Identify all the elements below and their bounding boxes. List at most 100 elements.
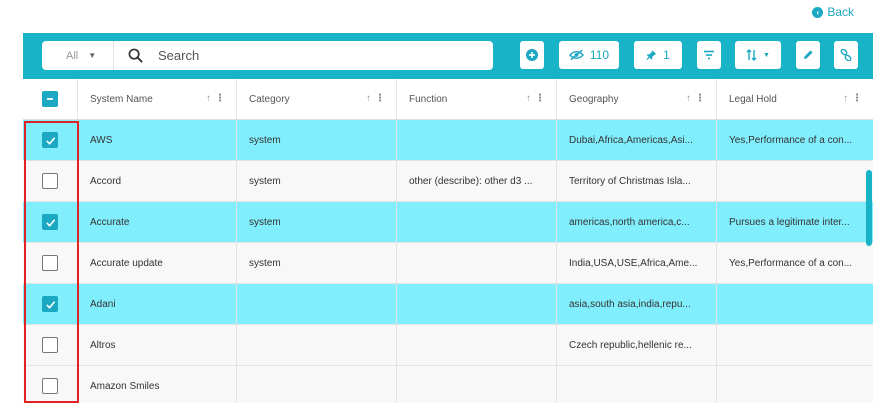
chevron-left-circle-icon: ‹ xyxy=(812,6,824,18)
table-row[interactable]: Accurate update system India,USA,USE,Afric… xyxy=(23,243,873,284)
plus-circle-icon xyxy=(526,49,538,61)
cell-text: Adani xyxy=(90,298,116,310)
edit-button[interactable] xyxy=(796,41,820,69)
sort-menu-button[interactable]: ▼ xyxy=(735,41,781,69)
pinned-columns-button[interactable]: 1 xyxy=(634,41,682,69)
sort-arrow-up-icon[interactable]: ↑ xyxy=(686,93,691,104)
row-checkbox[interactable] xyxy=(42,173,58,189)
column-header-system-name[interactable]: System Name ↑ ⋮ xyxy=(78,79,237,119)
cell-name: Accurate update xyxy=(78,243,237,283)
row-checkbox[interactable] xyxy=(42,214,58,230)
pencil-icon xyxy=(804,50,813,59)
table-header: System Name ↑ ⋮ Category ↑ ⋮ Function ↑ ⋮ G… xyxy=(23,79,873,120)
scope-value: All xyxy=(66,49,79,62)
column-menu-icon[interactable]: ⋮ xyxy=(375,93,385,104)
cell-category: system xyxy=(237,120,397,160)
table-row[interactable]: Amazon Smiles xyxy=(23,366,873,403)
systems-table-panel: All ▼ Search 110 1 ▼ System Name ↑ ⋮ Cat… xyxy=(23,33,873,403)
cell-text: Amazon Smiles xyxy=(90,380,160,392)
cell-text: system xyxy=(249,216,281,228)
cell-function xyxy=(397,366,557,403)
sort-arrow-up-icon[interactable]: ↑ xyxy=(206,93,211,104)
sort-arrow-up-icon[interactable]: ↑ xyxy=(843,93,848,104)
cell-function: other (describe): other d3 ... xyxy=(397,161,557,201)
cell-legal-hold xyxy=(717,366,873,403)
cell-legal-hold xyxy=(717,284,873,324)
column-header-geography[interactable]: Geography ↑ ⋮ xyxy=(557,79,717,119)
table-row[interactable]: AWS system Dubai,Africa,Americas,Asi... Yes… xyxy=(23,120,873,161)
select-all-checkbox[interactable] xyxy=(42,91,58,107)
table-row[interactable]: Adani asia,south asia,india,repu... xyxy=(23,284,873,325)
row-checkbox-cell xyxy=(23,243,78,283)
filter-icon xyxy=(704,50,714,60)
sort-arrow-up-icon[interactable]: ↑ xyxy=(526,93,531,104)
vertical-scrollbar[interactable] xyxy=(866,170,872,246)
filter-button[interactable] xyxy=(697,41,721,69)
cell-category: system xyxy=(237,202,397,242)
row-checkbox-cell xyxy=(23,202,78,242)
cell-name: Adani xyxy=(78,284,237,324)
column-header-function[interactable]: Function ↑ ⋮ xyxy=(397,79,557,119)
cell-text: Territory of Christmas Isla... xyxy=(569,175,691,187)
row-checkbox[interactable] xyxy=(42,132,58,148)
cell-legal-hold xyxy=(717,325,873,365)
cell-text: Accurate xyxy=(90,216,130,228)
back-link[interactable]: ‹ Back xyxy=(812,5,854,19)
cell-text: Altros xyxy=(90,339,116,351)
pin-icon xyxy=(646,50,657,61)
scope-dropdown[interactable]: All ▼ xyxy=(42,41,114,70)
cell-geography xyxy=(557,366,717,403)
row-checkbox[interactable] xyxy=(42,255,58,271)
hidden-count: 110 xyxy=(589,48,610,62)
search-icon xyxy=(126,47,144,65)
cell-category xyxy=(237,284,397,324)
row-checkbox-cell xyxy=(23,120,78,160)
table-row[interactable]: Accord system other (describe): other d3 .… xyxy=(23,161,873,202)
cell-text: Accurate update xyxy=(90,257,163,269)
column-menu-icon[interactable]: ⋮ xyxy=(215,93,225,104)
column-header-label: System Name xyxy=(90,93,153,105)
row-checkbox-cell xyxy=(23,366,78,403)
cell-legal-hold xyxy=(717,161,873,201)
header-checkbox-cell xyxy=(23,79,78,119)
hidden-columns-button[interactable]: 110 xyxy=(559,41,619,69)
cell-text: asia,south asia,india,repu... xyxy=(569,298,691,310)
cell-geography: India,USA,USE,Africa,Ame... xyxy=(557,243,717,283)
caret-down-icon: ▼ xyxy=(763,51,770,59)
row-checkbox[interactable] xyxy=(42,337,58,353)
cell-name: Accord xyxy=(78,161,237,201)
checkmark-icon xyxy=(45,218,55,227)
cell-geography: Dubai,Africa,Americas,Asi... xyxy=(557,120,717,160)
sort-arrow-up-icon[interactable]: ↑ xyxy=(366,93,371,104)
cell-function xyxy=(397,325,557,365)
column-header-category[interactable]: Category ↑ ⋮ xyxy=(237,79,397,119)
cell-name: AWS xyxy=(78,120,237,160)
cell-text: Yes,Performance of a con... xyxy=(729,257,853,269)
table-row[interactable]: Altros Czech republic,hellenic re... xyxy=(23,325,873,366)
cell-name: Accurate xyxy=(78,202,237,242)
cell-name: Amazon Smiles xyxy=(78,366,237,403)
search-input[interactable]: Search xyxy=(158,48,199,63)
column-menu-icon[interactable]: ⋮ xyxy=(852,93,862,104)
column-menu-icon[interactable]: ⋮ xyxy=(695,93,705,104)
link-button[interactable] xyxy=(834,41,858,69)
cell-category xyxy=(237,325,397,365)
table-row[interactable]: Accurate system americas,north america,c..… xyxy=(23,202,873,243)
cell-text: system xyxy=(249,134,281,146)
cell-category xyxy=(237,366,397,403)
column-header-label: Function xyxy=(409,93,448,105)
checkmark-icon xyxy=(45,300,55,309)
checkmark-icon xyxy=(45,136,55,145)
cell-legal-hold: Pursues a legitimate inter... xyxy=(717,202,873,242)
row-checkbox[interactable] xyxy=(42,296,58,312)
row-checkbox-cell xyxy=(23,284,78,324)
cell-category: system xyxy=(237,243,397,283)
column-menu-icon[interactable]: ⋮ xyxy=(535,93,545,104)
add-button[interactable] xyxy=(520,41,544,69)
column-header-legal-hold[interactable]: Legal Hold ↑ ⋮ xyxy=(717,79,873,119)
back-label: Back xyxy=(827,5,854,19)
row-checkbox[interactable] xyxy=(42,378,58,394)
systems-grid: System Name ↑ ⋮ Category ↑ ⋮ Function ↑ ⋮ G… xyxy=(23,79,873,403)
column-header-label: Geography xyxy=(569,93,619,105)
cell-geography: americas,north america,c... xyxy=(557,202,717,242)
